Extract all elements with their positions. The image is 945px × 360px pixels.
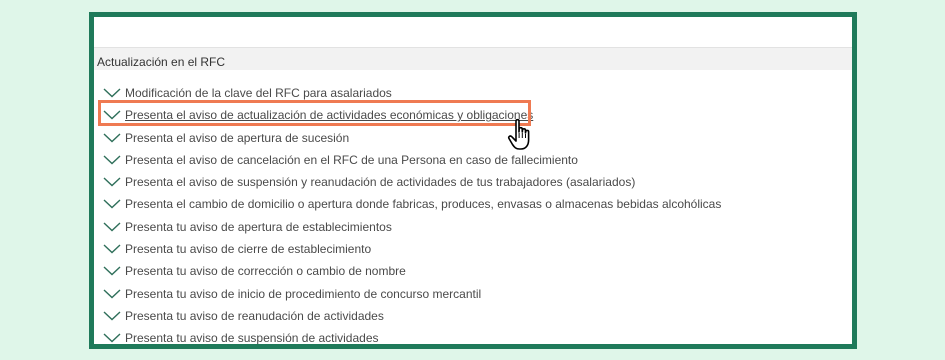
chevron-down-icon bbox=[103, 311, 121, 321]
chevron-down-icon bbox=[103, 289, 121, 299]
chevron-down-icon bbox=[103, 222, 121, 232]
accordion-item-label[interactable]: Presenta el aviso de apertura de sucesió… bbox=[125, 131, 349, 145]
accordion-item-label[interactable]: Presenta tu aviso de suspensión de activ… bbox=[125, 331, 379, 345]
chevron-down-icon bbox=[103, 133, 121, 143]
chevron-down-icon bbox=[103, 244, 121, 254]
chevron-down-icon bbox=[103, 110, 121, 120]
accordion-item-label[interactable]: Presenta el cambio de domicilio o apertu… bbox=[125, 197, 721, 211]
chevron-down-icon bbox=[103, 177, 121, 187]
accordion-item-label[interactable]: Presenta tu aviso de inicio de procedimi… bbox=[125, 287, 481, 301]
accordion-item-label[interactable]: Presenta el aviso de actualización de ac… bbox=[125, 108, 533, 122]
chevron-down-icon bbox=[103, 333, 121, 343]
section-title: Actualización en el RFC bbox=[97, 55, 225, 69]
chevron-down-icon bbox=[103, 88, 121, 98]
chevron-down-icon bbox=[103, 199, 121, 209]
chevron-down-icon bbox=[103, 155, 121, 165]
accordion-item-label[interactable]: Presenta el aviso de cancelación en el R… bbox=[125, 153, 578, 167]
accordion-item-label[interactable]: Presenta el aviso de suspensión y reanud… bbox=[125, 175, 635, 189]
screenshot-frame: Actualización en el RFC Modificación de … bbox=[89, 12, 857, 349]
chevron-down-icon bbox=[103, 266, 121, 276]
hand-pointer-icon bbox=[507, 118, 537, 152]
accordion-item-label[interactable]: Presenta tu aviso de apertura de estable… bbox=[125, 220, 392, 234]
accordion-item-label[interactable]: Presenta tu aviso de cierre de estableci… bbox=[125, 242, 371, 256]
accordion-item-label[interactable]: Presenta tu aviso de corrección o cambio… bbox=[125, 264, 406, 278]
accordion-item-label[interactable]: Presenta tu aviso de reanudación de acti… bbox=[125, 309, 384, 323]
accordion-item-label[interactable]: Modificación de la clave del RFC para as… bbox=[125, 86, 392, 100]
